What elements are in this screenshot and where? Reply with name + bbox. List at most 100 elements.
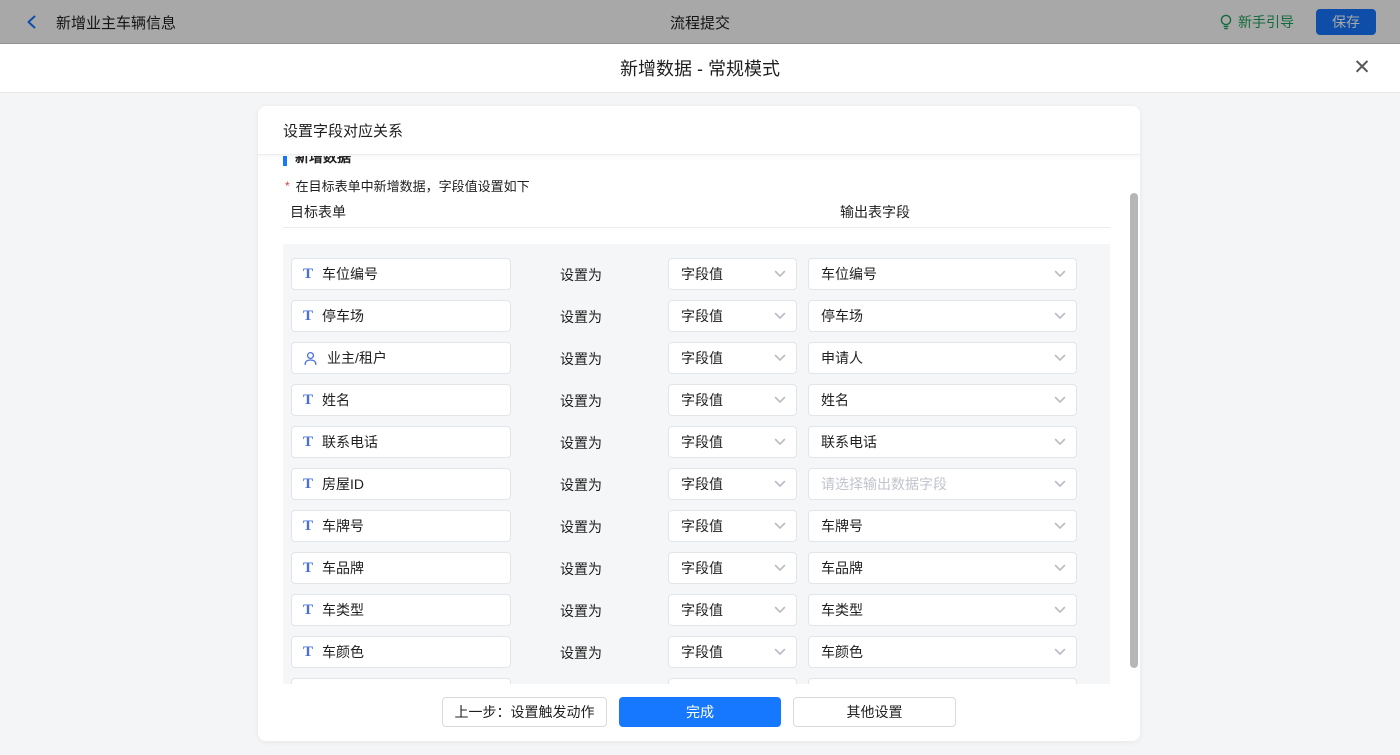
column-headers: 目标表单 输出表字段 [283, 200, 1110, 228]
chevron-down-icon [774, 522, 786, 530]
target-field-label: 车颜色 [322, 642, 364, 662]
panel-title: 设置字段对应关系 [258, 106, 1140, 155]
scrollbar-thumb[interactable] [1130, 193, 1138, 668]
set-as-label: 设置为 [560, 517, 602, 537]
other-settings-button[interactable]: 其他设置 [793, 697, 956, 727]
chevron-down-icon [774, 480, 786, 488]
value-type-select[interactable]: 字段值 [668, 510, 797, 542]
table-row: T房屋ID 设置为 字段值 请选择输出数据字段 [283, 468, 1110, 500]
target-field-box[interactable]: T房屋ID [291, 468, 511, 500]
user-icon [303, 351, 318, 366]
target-field-box[interactable]: T停车场 [291, 300, 511, 332]
output-field-select[interactable]: 请选择输出数据字段 [808, 468, 1077, 500]
set-as-label: 设置为 [560, 349, 602, 369]
output-field-select[interactable]: 姓名 [808, 384, 1077, 416]
output-field-select[interactable]: 车品牌 [808, 552, 1077, 584]
value-type-select[interactable]: 字段值 [668, 258, 797, 290]
panel-footer: 上一步：设置触发动作 完成 其他设置 [258, 684, 1140, 741]
output-field-selected: 车牌号 [821, 516, 863, 536]
value-type-select[interactable]: 字段值 [668, 594, 797, 626]
value-type-select[interactable]: 字段值 [668, 342, 797, 374]
chevron-down-icon [774, 270, 786, 278]
previous-step-button[interactable]: 上一步：设置触发动作 [442, 697, 607, 727]
chevron-down-icon [774, 648, 786, 656]
target-field-label: 车品牌 [322, 558, 364, 578]
value-type-selected: 字段值 [681, 558, 723, 578]
output-field-selected: 联系电话 [821, 432, 877, 452]
target-field-box[interactable]: T车品牌 [291, 552, 511, 584]
text-field-icon: T [303, 519, 313, 534]
target-field-box[interactable]: T车颜色 [291, 636, 511, 668]
table-row: T姓名 设置为 字段值 姓名 [283, 384, 1110, 416]
close-icon[interactable]: ✕ [1350, 56, 1374, 80]
value-type-select[interactable]: 字段值 [668, 468, 797, 500]
value-type-select[interactable]: 字段值 [668, 636, 797, 668]
text-field-icon: T [303, 393, 313, 408]
chevron-down-icon [774, 396, 786, 404]
text-field-icon: T [303, 603, 313, 618]
value-type-selected: 字段值 [681, 642, 723, 662]
value-type-selected: 字段值 [681, 600, 723, 620]
chevron-down-icon [1054, 396, 1066, 404]
target-field-label: 业主/租户 [327, 348, 387, 368]
table-row: 业主/租户 设置为 字段值 申请人 [283, 342, 1110, 374]
target-field-label: 车牌号 [322, 516, 364, 536]
target-field-box[interactable]: T姓名 [291, 384, 511, 416]
value-type-select[interactable]: 字段值 [668, 426, 797, 458]
chevron-down-icon [1054, 522, 1066, 530]
value-type-select[interactable]: 字段值 [668, 300, 797, 332]
target-field-box[interactable]: T车位编号 [291, 258, 511, 290]
output-field-select[interactable]: 申请人 [808, 342, 1077, 374]
section-marker [283, 156, 287, 166]
set-as-label: 设置为 [560, 559, 602, 579]
chevron-down-icon [774, 606, 786, 614]
field-mapping-rows: T车位编号设置为字段值车位编号T停车场设置为字段值停车场业主/租户设置为字段值申… [283, 244, 1110, 690]
value-type-select[interactable]: 字段值 [668, 384, 797, 416]
value-type-selected: 字段值 [681, 348, 723, 368]
target-field-box[interactable]: T联系电话 [291, 426, 511, 458]
chevron-down-icon [1054, 480, 1066, 488]
output-field-select[interactable]: 车颜色 [808, 636, 1077, 668]
set-as-label: 设置为 [560, 643, 602, 663]
table-row: T车颜色 设置为 字段值 车颜色 [283, 636, 1110, 668]
output-field-selected: 停车场 [821, 306, 863, 326]
output-field-selected: 车品牌 [821, 558, 863, 578]
target-field-box[interactable]: T 车牌号 [291, 510, 511, 542]
set-as-label: 设置为 [560, 433, 602, 453]
output-field-select[interactable]: 车类型 [808, 594, 1077, 626]
output-field-select[interactable]: 停车场 [808, 300, 1077, 332]
table-row: T 车牌号 设置为 字段值 车牌号 [283, 510, 1110, 542]
clipped-section-title: 新增数据 [283, 156, 583, 167]
output-field-select[interactable]: 车位编号 [808, 258, 1077, 290]
value-type-selected: 字段值 [681, 516, 723, 536]
chevron-down-icon [1054, 354, 1066, 362]
target-field-box[interactable]: 业主/租户 [291, 342, 511, 374]
table-row: T车类型设置为字段值车类型 [283, 594, 1110, 626]
output-field-select[interactable]: 联系电话 [808, 426, 1077, 458]
set-as-label: 设置为 [560, 475, 602, 495]
chevron-down-icon [1054, 648, 1066, 656]
chevron-down-icon [1054, 312, 1066, 320]
target-field-box[interactable]: T车类型 [291, 594, 511, 626]
value-type-selected: 字段值 [681, 432, 723, 452]
value-type-selected: 字段值 [681, 390, 723, 410]
chevron-down-icon [774, 312, 786, 320]
value-type-selected: 字段值 [681, 264, 723, 284]
output-field-select[interactable]: 车牌号 [808, 510, 1077, 542]
set-as-label: 设置为 [560, 391, 602, 411]
text-field-icon: T [303, 435, 313, 450]
instruction-text: *在目标表单中新增数据，字段值设置如下 [285, 176, 530, 195]
finish-button[interactable]: 完成 [619, 697, 781, 727]
text-field-icon: T [303, 477, 313, 492]
value-type-selected: 字段值 [681, 306, 723, 326]
table-row: T停车场 设置为 字段值 停车场 [283, 300, 1110, 332]
output-field-selected: 姓名 [821, 390, 849, 410]
set-as-label: 设置为 [560, 307, 602, 327]
output-field-selected: 车颜色 [821, 642, 863, 662]
value-type-select[interactable]: 字段值 [668, 552, 797, 584]
table-row: T车位编号设置为字段值车位编号 [283, 258, 1110, 290]
value-type-selected: 字段值 [681, 474, 723, 494]
text-field-icon: T [303, 267, 313, 282]
text-field-icon: T [303, 309, 313, 324]
table-row: T联系电话 设置为 字段值 联系电话 [283, 426, 1110, 458]
